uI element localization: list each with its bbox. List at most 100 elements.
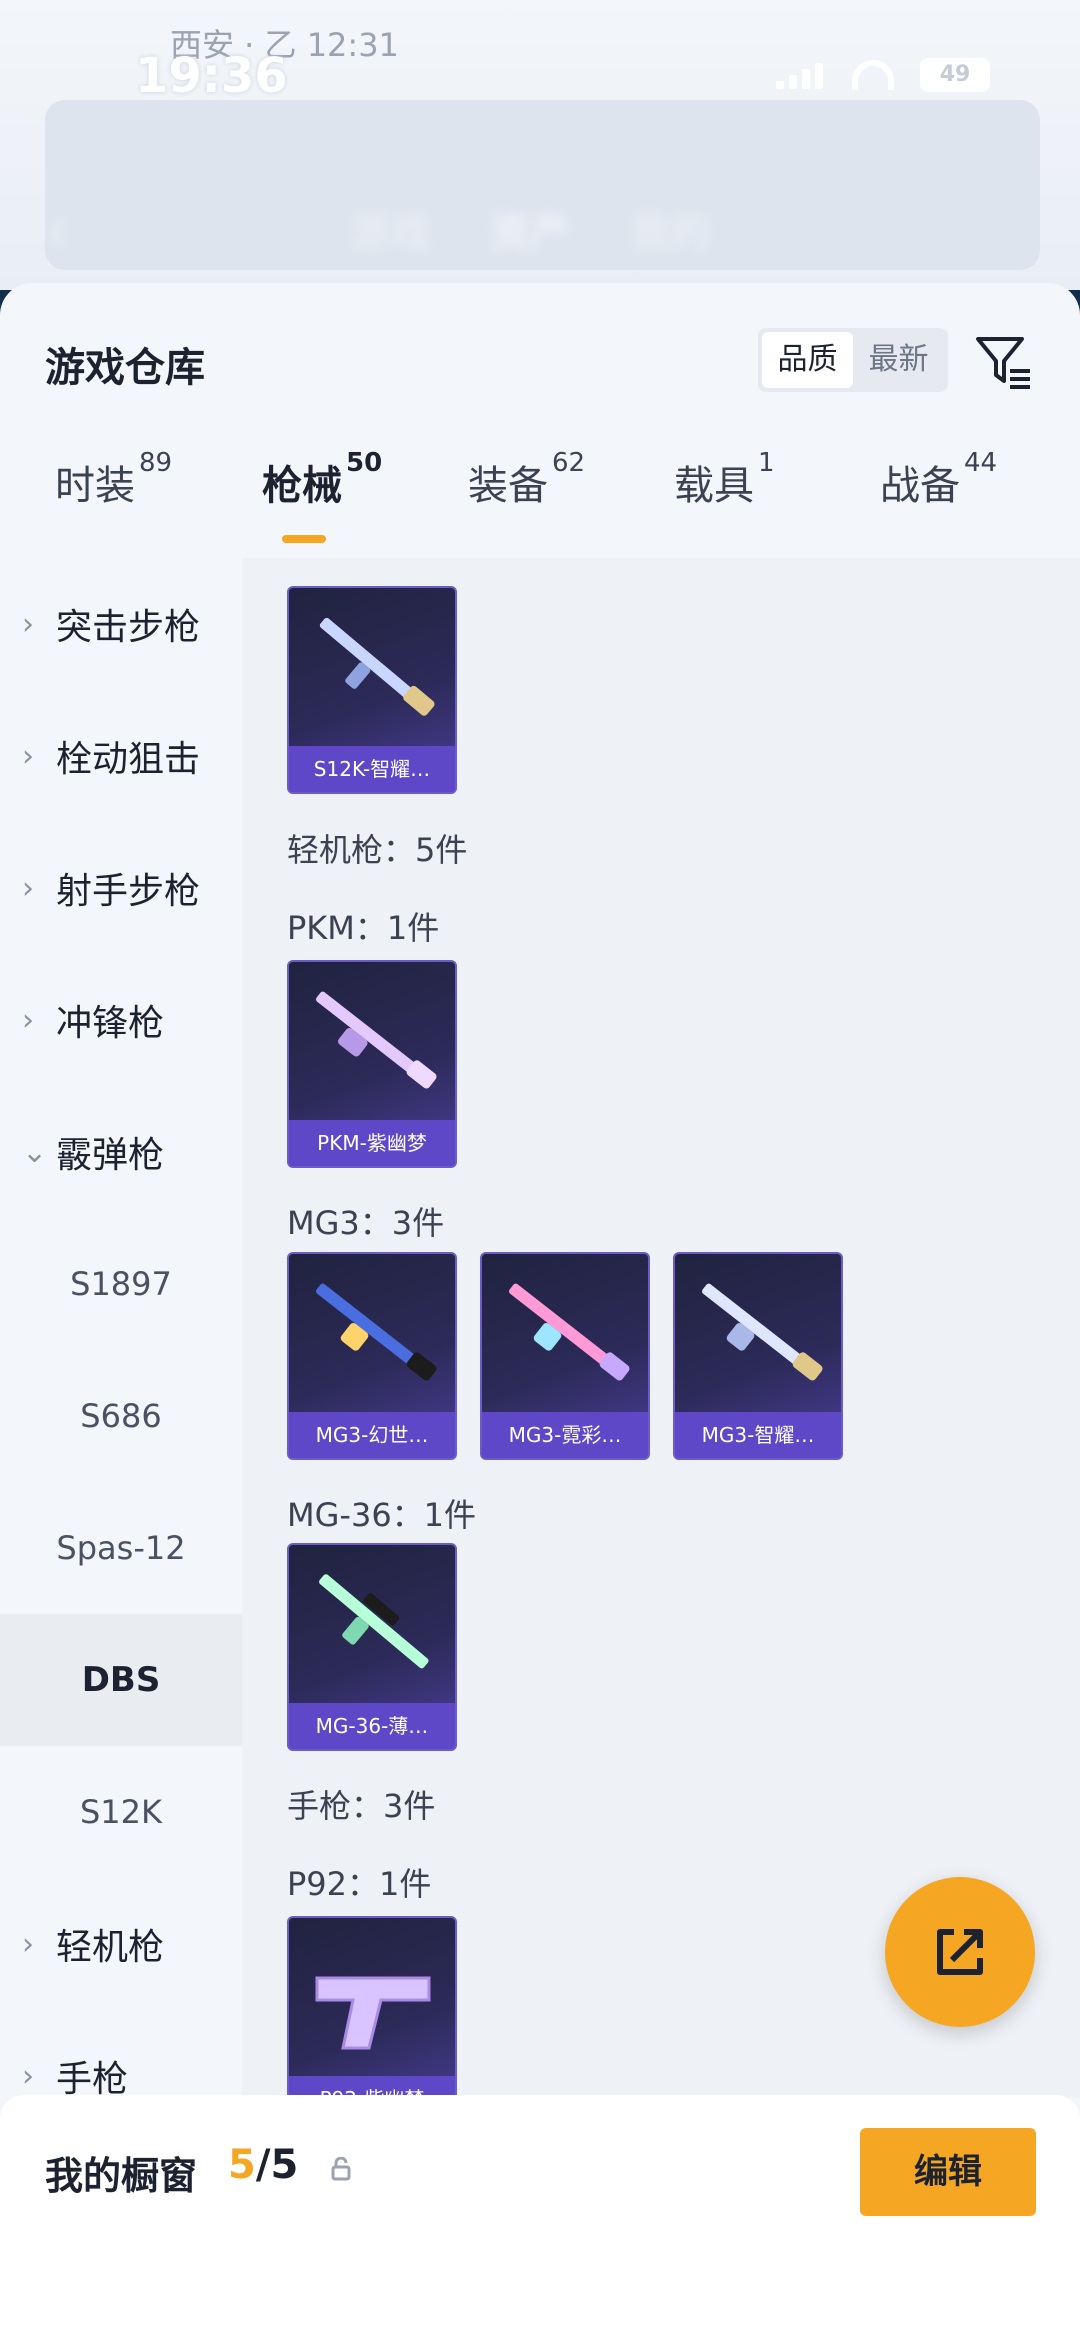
category-label: 射手步枪 xyxy=(56,871,201,912)
category-bolt-sniper[interactable]: › 栓动狙击 xyxy=(0,690,242,822)
category-smg[interactable]: › 冲锋枪 xyxy=(0,954,242,1086)
pistol-icon xyxy=(315,1976,431,2050)
machine-gun-icon xyxy=(316,991,437,1089)
category-shotgun[interactable]: ⌄ 霰弹枪 xyxy=(0,1086,242,1218)
category-label: 霰弹枪 xyxy=(56,1135,165,1176)
category-tabs: 时装89 枪械50 装备62 载具1 战备44 xyxy=(0,448,1080,543)
background-page: ‹ 游戏 资产 我的 西安 · 乙 12:31 19:36 49 xyxy=(0,0,1080,290)
status-icons: 49 xyxy=(776,58,990,92)
tab-label: 时装 xyxy=(55,463,135,509)
showcase-bar: 我的橱窗 5/5 编辑 xyxy=(0,2095,1080,2341)
machine-gun-icon xyxy=(702,1283,823,1381)
subcategory-label: S12K xyxy=(79,1793,162,1831)
back-icon: ‹ xyxy=(45,195,69,265)
status-time: 19:36 xyxy=(135,48,288,104)
chevron-down-icon: ⌄ xyxy=(22,1134,48,1170)
weapon-card-mg36[interactable]: MG-36-薄… xyxy=(287,1543,457,1751)
tab-equipment[interactable]: 装备62 xyxy=(468,448,585,511)
weapon-card-pkm[interactable]: PKM-紫幽梦 xyxy=(287,960,457,1168)
group-label-mg36: MG-36：1件 xyxy=(287,1496,477,1534)
showcase-current: 5 xyxy=(228,2142,256,2188)
chevron-right-icon: › xyxy=(22,870,34,906)
battery-icon: 49 xyxy=(920,58,990,92)
weapon-card-s12k[interactable]: S12K-智耀… xyxy=(287,586,457,794)
showcase-count: 5/5 xyxy=(228,2142,298,2188)
tab-count: 89 xyxy=(139,447,173,478)
weapon-card-caption: MG-36-薄… xyxy=(289,1703,455,1749)
chevron-right-icon: › xyxy=(22,738,34,774)
group-label-lmg: 轻机枪：5件 xyxy=(287,831,468,869)
tab-tactical[interactable]: 战备44 xyxy=(880,448,997,511)
background-nav-item-active: 资产 xyxy=(490,210,570,256)
background-nav-item: 我的 xyxy=(630,210,710,256)
machine-gun-icon xyxy=(316,1283,437,1381)
chevron-right-icon: › xyxy=(22,1926,34,1962)
weapon-card-mg3-1[interactable]: MG3-幻世… xyxy=(287,1252,457,1460)
subcategory-label: DBS xyxy=(81,1660,161,1700)
tab-count: 44 xyxy=(964,447,998,478)
chevron-right-icon: › xyxy=(22,606,34,642)
subcategory-s1897[interactable]: S1897 xyxy=(0,1218,242,1350)
edit-button[interactable]: 编辑 xyxy=(860,2128,1036,2216)
chevron-right-icon: › xyxy=(22,2058,34,2094)
category-label: 突击步枪 xyxy=(56,607,201,648)
share-icon xyxy=(937,1929,983,1975)
group-label-pistol: 手枪：3件 xyxy=(287,1787,436,1825)
tab-label: 载具 xyxy=(674,463,754,509)
weapon-category-list: › 突击步枪 › 栓动狙击 › 射手步枪 › 冲锋枪 ⌄ 霰弹枪 S1897 S686 S… xyxy=(0,558,242,2100)
weapon-card-caption: S12K-智耀… xyxy=(289,746,455,792)
subcategory-label: S686 xyxy=(80,1397,162,1435)
sort-toggle: 品质 最新 xyxy=(758,328,948,392)
tab-label: 战备 xyxy=(880,463,960,509)
category-lmg[interactable]: › 轻机枪 xyxy=(0,1878,242,2010)
subcategory-label: S1897 xyxy=(70,1265,172,1303)
subcategory-dbs[interactable]: DBS xyxy=(0,1614,242,1746)
tab-count: 62 xyxy=(552,447,586,478)
warehouse-sheet: 游戏仓库 品质 最新 时装89 枪械50 装备62 载具1 战备44 › 突击步枪… xyxy=(0,283,1080,2341)
shotgun-icon xyxy=(319,617,435,716)
tab-label: 装备 xyxy=(468,463,548,509)
chevron-right-icon: › xyxy=(22,1002,34,1038)
tab-count: 1 xyxy=(758,447,775,478)
wifi-icon xyxy=(852,60,894,90)
lock-icon xyxy=(331,2157,351,2181)
page-title: 游戏仓库 xyxy=(45,345,205,391)
subcategory-label: Spas-12 xyxy=(56,1529,186,1567)
sort-option-quality[interactable]: 品质 xyxy=(762,332,853,388)
filter-icon[interactable] xyxy=(972,331,1034,393)
group-label-p92: P92：1件 xyxy=(287,1865,432,1903)
tab-weapons[interactable]: 枪械50 xyxy=(262,448,382,511)
background-nav: 游戏 资产 我的 xyxy=(350,200,710,258)
category-assault-rifle[interactable]: › 突击步枪 xyxy=(0,558,242,690)
share-button[interactable] xyxy=(885,1877,1035,2027)
rifle-icon xyxy=(319,1574,429,1669)
tab-outfit[interactable]: 时装89 xyxy=(55,448,172,511)
weapon-card-mg3-3[interactable]: MG3-智耀… xyxy=(673,1252,843,1460)
showcase-title: 我的橱窗 xyxy=(45,2154,198,2198)
subcategory-s12k[interactable]: S12K xyxy=(0,1746,242,1878)
weapon-card-mg3-2[interactable]: MG3-霓彩… xyxy=(480,1252,650,1460)
group-label-mg3: MG3：3件 xyxy=(287,1204,445,1242)
weapon-grid: S12K-智耀… 轻机枪：5件 PKM：1件 PKM-紫幽梦 MG3：3件 MG… xyxy=(242,558,1080,2124)
category-marksman-rifle[interactable]: › 射手步枪 xyxy=(0,822,242,954)
weapon-card-caption: MG3-霓彩… xyxy=(482,1412,648,1458)
category-label: 轻机枪 xyxy=(56,1927,165,1968)
active-tab-indicator xyxy=(282,535,326,543)
machine-gun-icon xyxy=(509,1283,630,1381)
tab-label: 枪械 xyxy=(262,463,342,509)
weapon-card-caption: MG3-幻世… xyxy=(289,1412,455,1458)
weapon-card-caption: PKM-紫幽梦 xyxy=(289,1120,455,1166)
subcategory-s686[interactable]: S686 xyxy=(0,1350,242,1482)
tab-vehicles[interactable]: 载具1 xyxy=(674,448,775,511)
sort-option-latest[interactable]: 最新 xyxy=(853,332,944,388)
weapon-card-caption: MG3-智耀… xyxy=(675,1412,841,1458)
tab-count: 50 xyxy=(346,447,383,478)
signal-icon xyxy=(776,61,826,89)
subcategory-spas12[interactable]: Spas-12 xyxy=(0,1482,242,1614)
group-label-pkm: PKM：1件 xyxy=(287,909,440,947)
background-blur-layer: ‹ 游戏 资产 我的 xyxy=(0,0,1080,290)
showcase-total: /5 xyxy=(255,2142,299,2188)
category-label: 栓动狙击 xyxy=(56,739,201,780)
category-label: 冲锋枪 xyxy=(56,1003,165,1044)
weapon-card-p92[interactable]: P92-紫幽梦 xyxy=(287,1916,457,2124)
